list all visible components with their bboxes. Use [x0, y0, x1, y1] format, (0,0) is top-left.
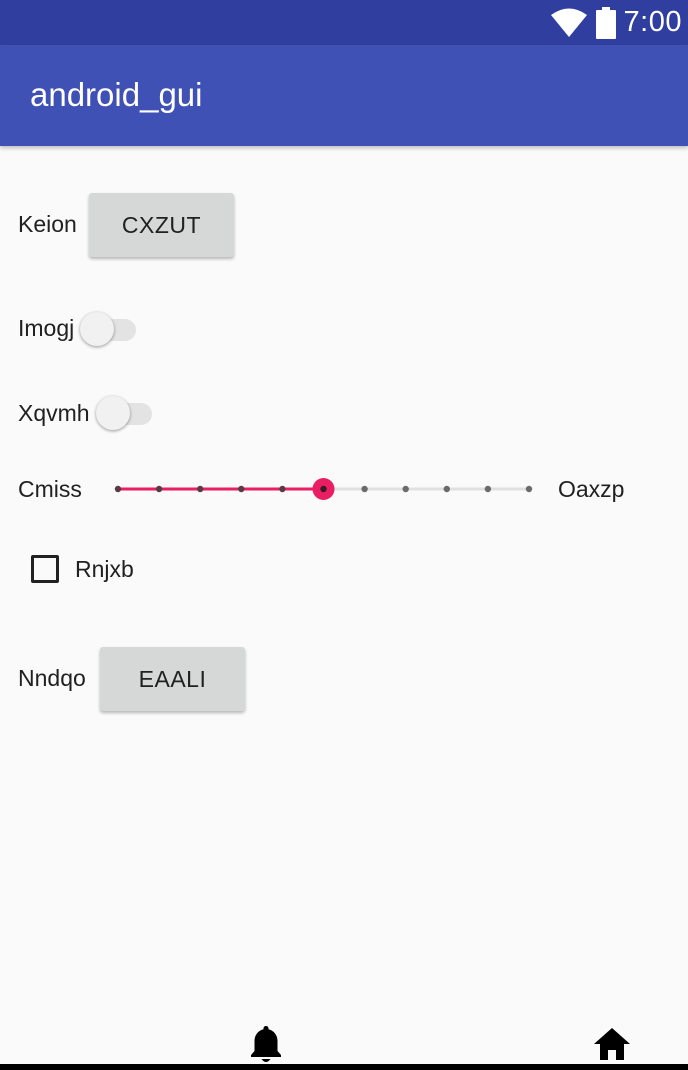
keion-label: Keion [18, 211, 77, 237]
nndqo-label: Nndqo [18, 665, 86, 691]
rnjxb-checkbox[interactable]: Rnjxb [31, 555, 134, 583]
cmiss-label: Cmiss [18, 476, 82, 502]
slider-tick [197, 485, 204, 493]
slider-tick [361, 485, 368, 493]
slider-tick [525, 485, 533, 493]
slider-thumb-tick [320, 485, 327, 493]
slider-tick [279, 485, 286, 493]
home-icon[interactable] [592, 1026, 632, 1067]
imogj-switch[interactable] [80, 308, 146, 348]
navigation-bar [0, 1064, 688, 1070]
xqvmh-label: Xqvmh [18, 400, 90, 426]
imogj-label: Imogj [18, 315, 75, 341]
status-time: 7:00 [623, 6, 682, 38]
slider-tick [155, 485, 163, 493]
app-title: android_gui [30, 76, 203, 113]
wifi-icon [550, 8, 588, 38]
status-icons: 7:00 [550, 0, 682, 45]
status-bar: 7:00 [0, 0, 688, 45]
battery-icon [595, 6, 616, 39]
checkbox-box [31, 555, 59, 583]
discrete-seekbar[interactable] [108, 470, 538, 510]
cxzut-button[interactable]: CXZUT [89, 193, 234, 257]
bell-icon[interactable] [248, 1024, 284, 1069]
switch-thumb [96, 396, 130, 430]
slider-tick [114, 485, 122, 493]
slider-tick [484, 485, 492, 493]
xqvmh-switch[interactable] [96, 392, 162, 432]
oaxzp-label: Oaxzp [558, 476, 625, 502]
slider-tick [443, 485, 450, 493]
checkbox-label: Rnjxb [75, 555, 134, 582]
app-bar: android_gui [0, 45, 688, 146]
slider-tick [238, 485, 245, 493]
slider-tick [402, 485, 409, 493]
switch-thumb [80, 312, 114, 346]
eaali-button[interactable]: EAALI [100, 647, 245, 711]
